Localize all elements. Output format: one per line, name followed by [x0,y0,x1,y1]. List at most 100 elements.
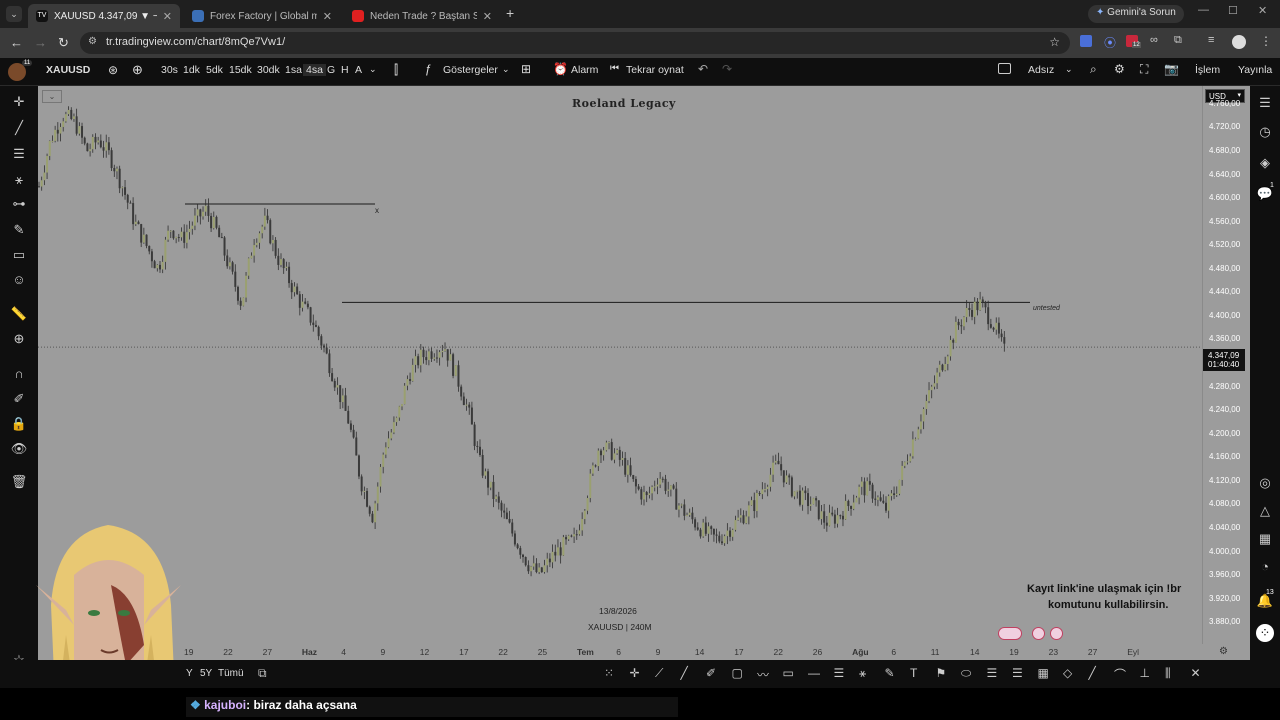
favorite-tool-icon[interactable]: ⚑ [936,666,947,680]
favorite-tool-icon[interactable]: ⬭ [961,666,971,681]
favorite-tool-icon[interactable]: ☰ [834,666,845,680]
event-flag-icon[interactable] [1050,627,1063,640]
price-axis[interactable]: USD ▾ 4.760,00 4.720,00 4.680,00 4.640,00 4.… [1202,86,1250,644]
favorite-tool-icon[interactable]: T [910,666,917,680]
new-tab-button[interactable]: + [506,5,514,21]
favorite-tool-icon[interactable]: ⌒ [1114,666,1126,683]
minimize-window-icon[interactable]: — [1198,4,1209,16]
replay-icon[interactable]: ⏮ [610,63,619,74]
emoji-icon[interactable]: ☺ [10,272,28,288]
favorite-tool-icon[interactable]: ▢ [732,666,743,680]
interval-4sa[interactable]: 4sa [303,64,326,76]
layout-icon[interactable] [998,63,1011,74]
close-tab-icon[interactable]: ✕ [163,10,172,23]
incognito-icon[interactable]: ∞ [1150,34,1158,46]
watchlist-icon[interactable]: ☰ [1256,94,1274,112]
drawing-lock-pencil-icon[interactable]: ✐ [10,391,28,407]
rss-feed-icon[interactable]: ◔ [1256,558,1274,576]
layout-dropdown-icon[interactable]: ⌄ [1065,64,1073,75]
tab-tradingview[interactable]: TV XAUUSD 4.347,09 ▼ −1.4% Ad ✕ [28,4,180,28]
goto-date-icon[interactable]: ⧉ [258,666,267,681]
favorite-tool-icon[interactable]: 〰 [757,666,769,683]
ruler-icon[interactable]: 📏 [10,306,28,322]
pattern-tools-icon[interactable]: ⊶ [10,196,28,212]
undo-icon[interactable]: ↶ [698,62,708,76]
browser-menu-icon[interactable]: ⋮ [1260,34,1272,48]
favorite-tool-icon[interactable]: ◇ [1063,666,1072,680]
tab-forexfactory[interactable]: Forex Factory | Global markets f ✕ [184,4,340,28]
indicators-icon[interactable]: ƒ [425,62,432,76]
trade-button[interactable]: İşlem [1195,64,1220,76]
candle-style-icon[interactable]: ⫿ [394,62,398,78]
forward-icon[interactable]: → [34,35,47,50]
reading-list-icon[interactable]: ≡ [1208,34,1214,46]
fullscreen-icon[interactable]: ⛶ [1140,62,1148,77]
quick-search-icon[interactable]: ⌕ [1090,62,1097,77]
apps-grid-icon[interactable]: ⁘ [1256,624,1274,642]
range-5y[interactable]: 5Y [200,668,212,679]
interval-g[interactable]: G [327,64,335,76]
favorite-tool-icon[interactable]: ✎ [885,666,895,680]
compare-add-icon[interactable]: ⊕ [132,62,143,78]
triangle-icon[interactable]: △ [1256,502,1274,520]
event-flag-icon[interactable] [998,627,1022,640]
interval-5dk[interactable]: 5dk [206,64,223,76]
favorite-tool-icon[interactable]: ☰ [987,666,998,680]
lock-icon[interactable]: 🔒 [10,416,28,432]
interval-dropdown-icon[interactable]: ⌄ [369,64,377,75]
favorite-tool-icon[interactable]: ▭ [783,666,794,680]
puzzle-extensions-icon[interactable]: ⧉ [1174,34,1182,47]
close-window-icon[interactable]: ✕ [1258,4,1267,17]
interval-h[interactable]: H [341,64,349,76]
snapshot-camera-icon[interactable]: 📷 [1164,62,1179,76]
interval-15dk[interactable]: 15dk [229,64,252,76]
magnet-icon[interactable]: ∩ [10,366,28,382]
tab-menu-button[interactable]: ⌄ [6,6,22,22]
symbol-search[interactable]: XAUUSD [46,64,90,76]
range-y[interactable]: Y [186,668,193,679]
favorite-tool-icon[interactable]: ╱ [681,666,688,680]
profile-avatar[interactable] [1232,35,1246,49]
close-tab-icon[interactable]: ✕ [483,10,492,23]
interval-1sa[interactable]: 1sa [285,64,302,76]
time-axis[interactable]: 19 22 27 Haz 4 9 12 17 22 25 Tem 6 9 14 17 22 26 Ağu 6 11 14… [38,644,1250,660]
favorite-tool-icon[interactable]: ⟋ [655,666,663,681]
event-flag-icon[interactable] [1032,627,1045,640]
bookmark-star-icon[interactable]: ☆ [1049,35,1060,49]
tab-youtube[interactable]: Neden Trade ? Baştan Sona Tra ✕ [344,4,500,28]
chart-pane[interactable]: ⌄ Roeland Legacy x untested 13/8/2026 XA… [38,86,1202,644]
close-tab-icon[interactable]: ✕ [323,10,332,23]
alarm-icon[interactable]: ⏰ [553,62,568,76]
back-icon[interactable]: ← [10,35,23,50]
url-input[interactable]: ⚙ tr.tradingview.com/chart/8mQe7Vw1/ ☆ [80,32,1070,54]
templates-icon[interactable]: ⊞ [521,62,531,76]
favorite-tool-icon[interactable]: — [808,666,820,680]
favorite-tool-icon[interactable]: ☰ [1012,666,1023,680]
trend-line-icon[interactable]: ╱ [10,120,28,136]
interval-30s[interactable]: 30s [161,64,178,76]
favorite-tool-icon[interactable]: ▦ [1038,666,1049,680]
trash-icon[interactable]: 🗑 [10,474,28,490]
indicators-dropdown-icon[interactable]: ⌄ [502,64,510,75]
layers-icon[interactable]: ◈ [1256,154,1274,172]
extension-icon[interactable] [1080,35,1092,47]
fibonacci-icon[interactable]: ⚹ [10,172,28,188]
horizontal-lines-icon[interactable]: ☰ [10,146,28,162]
zoom-in-icon[interactable]: ⊕ [10,331,28,347]
range-all[interactable]: Tümü [218,668,244,679]
publish-button[interactable]: Yayınla [1238,64,1272,76]
favorite-tool-icon[interactable]: ⁙ [604,666,614,680]
maximize-window-icon[interactable]: ☐ [1228,4,1238,17]
target-icon[interactable]: ◎ [1256,474,1274,492]
interval-30dk[interactable]: 30dk [257,64,280,76]
reload-icon[interactable]: ↻ [58,35,69,51]
favorite-tool-icon[interactable]: ⊥ [1140,666,1150,680]
favorite-tool-icon[interactable]: ✛ [630,666,640,680]
favorite-tool-icon[interactable]: ╱ [1089,666,1096,680]
alerts-clock-icon[interactable]: ◷ [1256,123,1274,141]
interval-1dk[interactable]: 1dk [183,64,200,76]
redo-icon[interactable]: ↷ [722,62,732,76]
replay-button[interactable]: Tekrar oynat [626,64,684,76]
axis-settings-icon[interactable]: ⚙ [1219,646,1228,657]
favorite-tool-icon[interactable]: ✕ [1191,666,1201,680]
